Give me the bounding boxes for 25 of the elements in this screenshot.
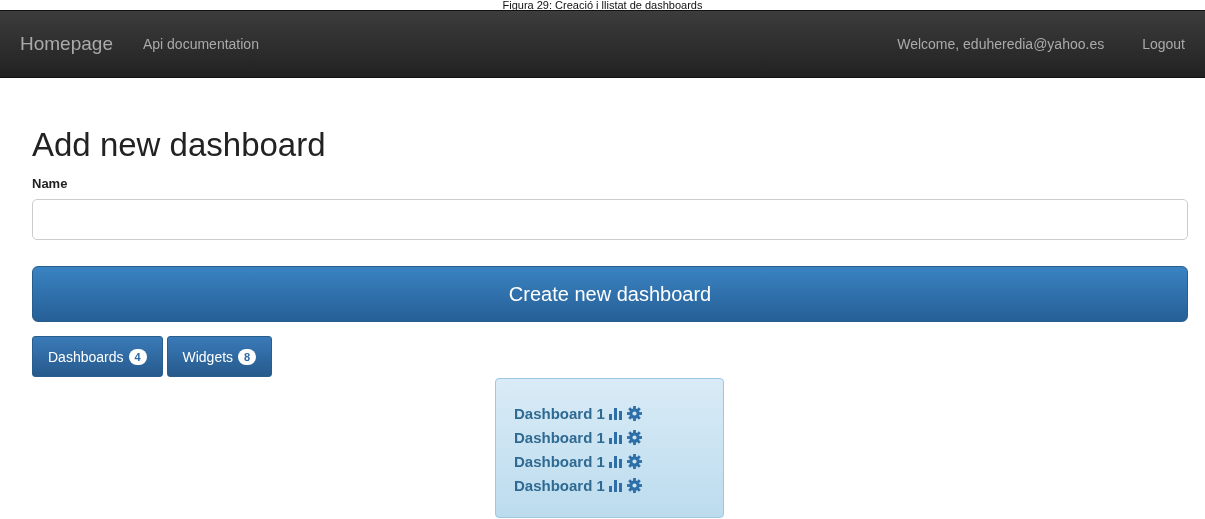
dashboard-link[interactable]: Dashboard 1: [514, 452, 605, 470]
tab-button[interactable]: Dashboards 4: [32, 336, 163, 377]
brand-link[interactable]: Homepage: [20, 33, 113, 55]
name-input[interactable]: [32, 199, 1188, 240]
bar-chart-icon[interactable]: [608, 430, 623, 444]
nav-link[interactable]: Api documentation: [142, 36, 259, 52]
create-button[interactable]: Create new dashboard: [32, 266, 1188, 322]
bar-chart-icon[interactable]: [608, 478, 623, 492]
count-badge: 4: [128, 348, 147, 365]
figure-caption: Figura 29: Creació i llistat de dashboards: [501, 0, 704, 10]
dashboard-link[interactable]: Dashboard 1: [514, 404, 605, 422]
bar-chart-icon[interactable]: [608, 406, 623, 420]
bar-chart-icon[interactable]: [608, 454, 623, 468]
dashboard-link[interactable]: Dashboard 1: [514, 428, 605, 446]
count-badge: 8: [238, 348, 257, 365]
page-heading: Add new dashboard: [32, 126, 327, 164]
settings-icon[interactable]: [626, 405, 642, 421]
welcome-text: Welcome, eduheredia@yahoo.es: [897, 36, 1105, 52]
dashboard-link[interactable]: Dashboard 1: [514, 476, 605, 494]
field-label: Name: [32, 176, 69, 191]
settings-icon[interactable]: [626, 477, 642, 493]
settings-icon[interactable]: [626, 429, 642, 445]
settings-icon[interactable]: [626, 453, 642, 469]
logout-link[interactable]: Logout: [1142, 36, 1185, 52]
tab-button[interactable]: Widgets 8: [166, 336, 273, 377]
